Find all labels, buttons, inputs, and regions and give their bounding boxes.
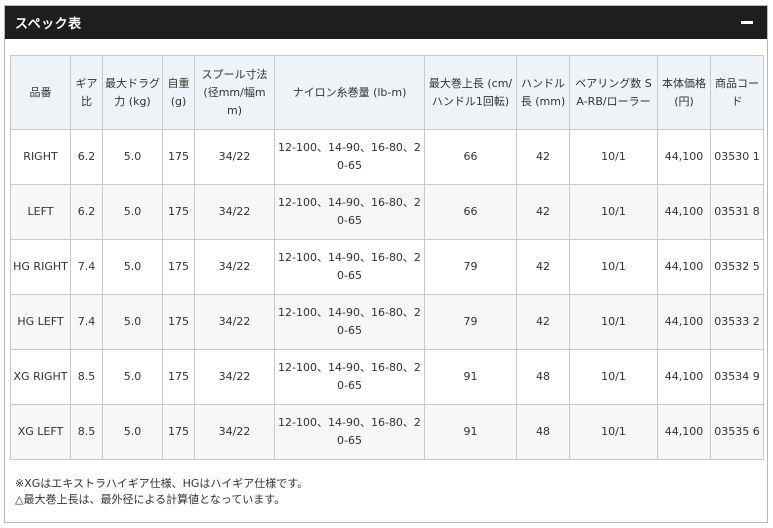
table-cell: 03535 6 <box>710 404 764 460</box>
table-cell: 44,100 <box>657 349 711 405</box>
notes: ※XGはエキストラハイギア仕様、HGはハイギア仕様です。 △最大巻上長は、最外径… <box>5 460 767 508</box>
table-cell: 175 <box>162 184 195 240</box>
table-cell: 10/1 <box>569 184 658 240</box>
table-cell: 8.5 <box>70 404 103 460</box>
table-row: HG LEFT 7.4 5.0 175 34/22 12-100、14-90、1… <box>10 294 764 350</box>
table-cell: 10/1 <box>569 129 658 185</box>
table-cell: 10/1 <box>569 239 658 295</box>
table-cell: 44,100 <box>657 239 711 295</box>
table-cell: 5.0 <box>102 294 163 350</box>
table-cell: RIGHT <box>10 129 71 185</box>
header-cell: 品番 <box>10 55 71 130</box>
table-cell: 12-100、14-90、16-80、20-65 <box>274 184 425 240</box>
table-row: LEFT 6.2 5.0 175 34/22 12-100、14-90、16-8… <box>10 184 764 240</box>
table-cell: 34/22 <box>194 349 275 405</box>
table-cell: 44,100 <box>657 129 711 185</box>
table-cell: 91 <box>424 404 517 460</box>
table-cell: 175 <box>162 349 195 405</box>
header-cell: 商品コード <box>710 55 764 130</box>
table-cell: 12-100、14-90、16-80、20-65 <box>274 239 425 295</box>
header-cell: スプール寸法 (径mm/幅mm) <box>194 55 275 130</box>
table-cell: 03533 2 <box>710 294 764 350</box>
table-cell: 91 <box>424 349 517 405</box>
table-cell: 34/22 <box>194 239 275 295</box>
table-container: 品番 ギア比 最大ドラグ力 (kg) 自重 (g) スプール寸法 (径mm/幅m… <box>5 39 767 460</box>
table-cell: 12-100、14-90、16-80、20-65 <box>274 349 425 405</box>
table-cell: XG LEFT <box>10 404 71 460</box>
table-cell: 34/22 <box>194 184 275 240</box>
table-cell: 10/1 <box>569 404 658 460</box>
table-cell: 6.2 <box>70 184 103 240</box>
header-cell: 自重 (g) <box>162 55 195 130</box>
table-cell: 44,100 <box>657 294 711 350</box>
note-line: ※XGはエキストラハイギア仕様、HGはハイギア仕様です。 <box>15 477 309 490</box>
table-cell: 12-100、14-90、16-80、20-65 <box>274 129 425 185</box>
table-cell: LEFT <box>10 184 71 240</box>
table-cell: 03534 9 <box>710 349 764 405</box>
spec-table: 品番 ギア比 最大ドラグ力 (kg) 自重 (g) スプール寸法 (径mm/幅m… <box>10 55 764 460</box>
table-cell: 48 <box>516 349 570 405</box>
table-cell: 66 <box>424 129 517 185</box>
table-cell: HG LEFT <box>10 294 71 350</box>
table-cell: 5.0 <box>102 129 163 185</box>
table-cell: 10/1 <box>569 349 658 405</box>
table-cell: 03531 8 <box>710 184 764 240</box>
panel-header: スペック表 <box>5 6 767 39</box>
table-cell: 79 <box>424 294 517 350</box>
spec-panel: スペック表 品番 ギア比 最大ドラグ力 (kg) 自重 (g) スプール寸法 (… <box>4 5 768 523</box>
table-cell: 42 <box>516 184 570 240</box>
collapse-button[interactable] <box>739 15 755 31</box>
table-cell: 175 <box>162 404 195 460</box>
header-cell: 最大巻上長 (cm/ハンドル1回転) <box>424 55 517 130</box>
table-cell: 175 <box>162 294 195 350</box>
table-row: RIGHT 6.2 5.0 175 34/22 12-100、14-90、16-… <box>10 129 764 185</box>
table-cell: 7.4 <box>70 294 103 350</box>
table-cell: 5.0 <box>102 184 163 240</box>
table-cell: 12-100、14-90、16-80、20-65 <box>274 294 425 350</box>
table-cell: 42 <box>516 239 570 295</box>
table-cell: 175 <box>162 129 195 185</box>
header-cell: ハンドル長 (mm) <box>516 55 570 130</box>
table-cell: 44,100 <box>657 184 711 240</box>
table-cell: 175 <box>162 239 195 295</box>
table-cell: 12-100、14-90、16-80、20-65 <box>274 404 425 460</box>
table-cell: 10/1 <box>569 294 658 350</box>
table-cell: 48 <box>516 404 570 460</box>
table-cell: 7.4 <box>70 239 103 295</box>
table-cell: 34/22 <box>194 294 275 350</box>
table-cell: 6.2 <box>70 129 103 185</box>
header-cell: 最大ドラグ力 (kg) <box>102 55 163 130</box>
table-row: XG LEFT 8.5 5.0 175 34/22 12-100、14-90、1… <box>10 404 764 460</box>
note-line: △最大巻上長は、最外径による計算値となっています。 <box>15 493 286 506</box>
table-cell: 5.0 <box>102 239 163 295</box>
table-cell: 03532 5 <box>710 239 764 295</box>
table-cell: XG RIGHT <box>10 349 71 405</box>
header-cell: 本体価格 (円) <box>657 55 711 130</box>
table-cell: 34/22 <box>194 129 275 185</box>
table-row: XG RIGHT 8.5 5.0 175 34/22 12-100、14-90、… <box>10 349 764 405</box>
minus-icon <box>741 21 753 24</box>
table-cell: 5.0 <box>102 349 163 405</box>
table-cell: 03530 1 <box>710 129 764 185</box>
header-cell: ベアリング数 S A-RB/ローラー <box>569 55 658 130</box>
header-cell: ギア比 <box>70 55 103 130</box>
table-cell: 66 <box>424 184 517 240</box>
table-cell: 79 <box>424 239 517 295</box>
panel-title: スペック表 <box>15 17 82 32</box>
table-cell: 5.0 <box>102 404 163 460</box>
table-cell: 42 <box>516 129 570 185</box>
table-cell: 34/22 <box>194 404 275 460</box>
table-row: HG RIGHT 7.4 5.0 175 34/22 12-100、14-90、… <box>10 239 764 295</box>
table-cell: HG RIGHT <box>10 239 71 295</box>
header-cell: ナイロン糸巻量 (lb-m) <box>274 55 425 130</box>
table-header-row: 品番 ギア比 最大ドラグ力 (kg) 自重 (g) スプール寸法 (径mm/幅m… <box>10 55 764 130</box>
table-cell: 44,100 <box>657 404 711 460</box>
table-cell: 42 <box>516 294 570 350</box>
table-cell: 8.5 <box>70 349 103 405</box>
